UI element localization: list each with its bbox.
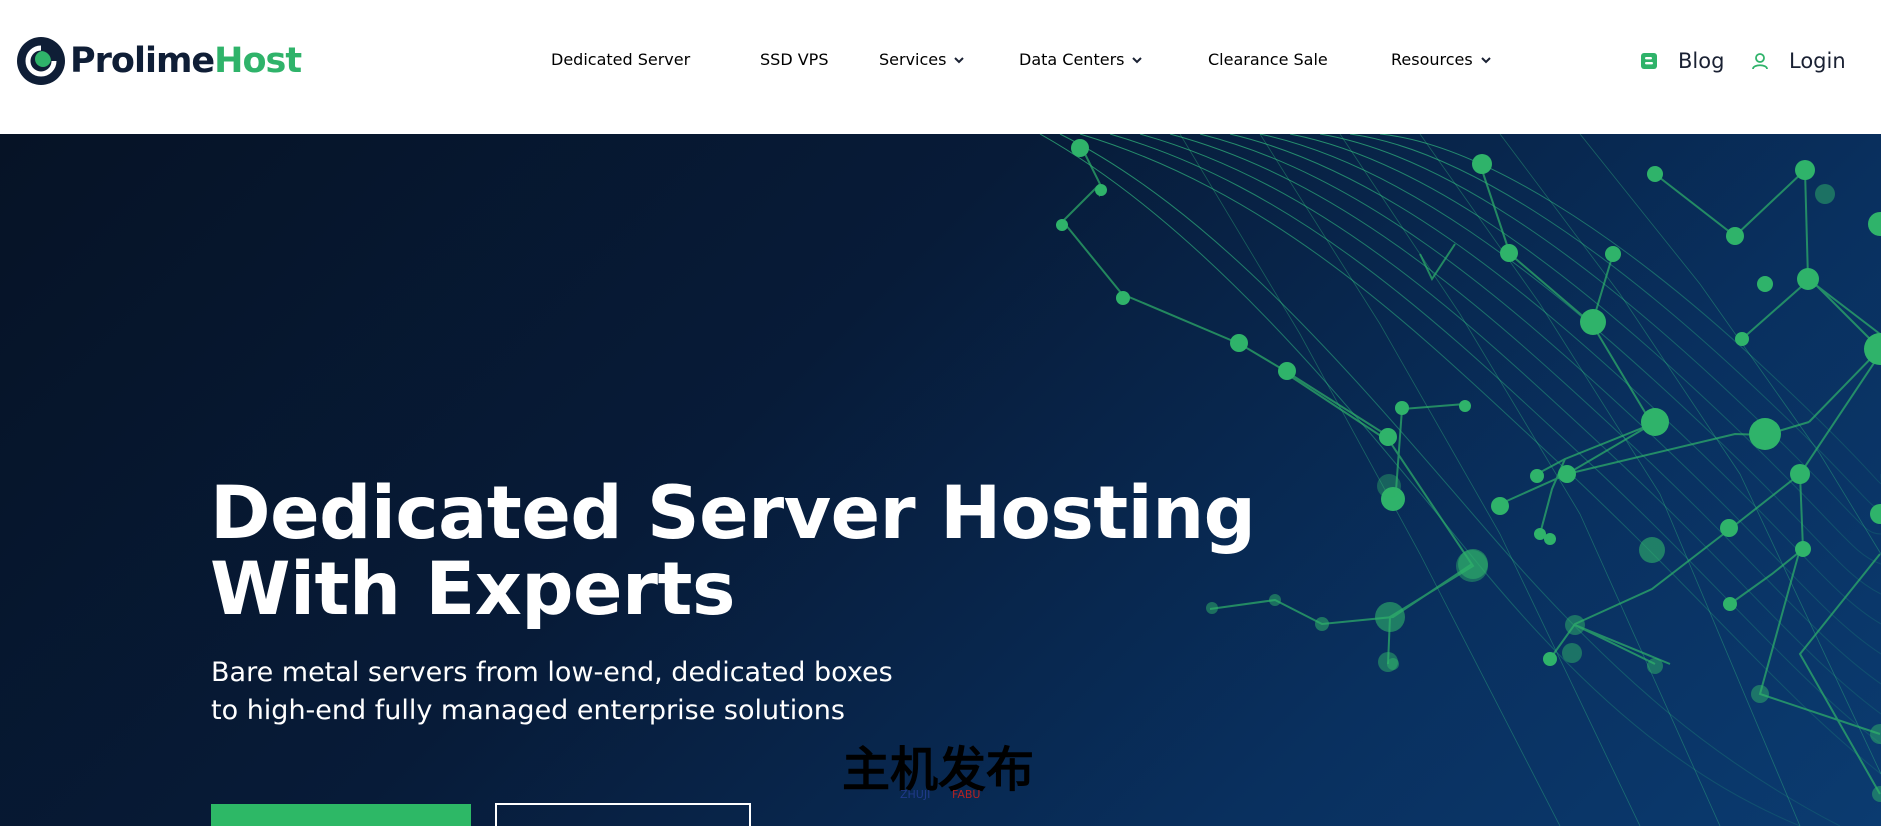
nav-label: SSD VPS xyxy=(760,50,829,69)
watermark-logo: 主机发布 ZHUJI FABU xyxy=(842,742,1034,801)
secondary-cta-button[interactable] xyxy=(495,803,751,826)
nav-services[interactable]: Services xyxy=(879,46,966,74)
watermark-latin-1: ZHUJI xyxy=(900,788,930,801)
hero-title-line1: Dedicated Server Hosting xyxy=(210,471,1256,556)
nav-data-centers[interactable]: Data Centers xyxy=(1019,46,1144,74)
login-link[interactable]: Login xyxy=(1751,46,1846,76)
watermark-latin-2: FABU xyxy=(952,788,980,801)
nav-resources[interactable]: Resources xyxy=(1391,46,1493,74)
logo-mark-icon xyxy=(17,37,65,85)
hero-title: Dedicated Server Hosting With Experts xyxy=(210,471,1256,632)
nav-label: Services xyxy=(879,50,947,69)
hero-subtitle-line2: to high-end fully managed enterprise sol… xyxy=(211,695,845,726)
user-icon xyxy=(1752,53,1768,70)
chevron-down-icon xyxy=(954,57,965,64)
brand-name-part2: Host xyxy=(214,41,302,81)
nav-label: Resources xyxy=(1391,50,1473,69)
login-label: Login xyxy=(1789,49,1846,73)
nav-label: Data Centers xyxy=(1019,50,1125,69)
primary-cta-button[interactable] xyxy=(211,804,471,826)
site-header: ProlimeHost Dedicated Server SSD VPS Ser… xyxy=(0,0,1881,134)
watermark-chinese: 主机发布 xyxy=(842,742,1034,798)
nav-label: Dedicated Server xyxy=(551,50,691,69)
page: ProlimeHost Dedicated Server SSD VPS Ser… xyxy=(0,0,1881,826)
brand-name-part1: Prolime xyxy=(70,41,215,81)
blogger-icon xyxy=(1641,53,1657,69)
brand-logo[interactable]: ProlimeHost xyxy=(16,36,302,86)
hero-subtitle-line1: Bare metal servers from low-end, dedicat… xyxy=(211,657,893,688)
brand-name: ProlimeHost xyxy=(70,36,302,86)
nav-clearance-sale[interactable]: Clearance Sale xyxy=(1208,46,1328,74)
hero-subtitle: Bare metal servers from low-end, dedicat… xyxy=(211,654,893,730)
nav-dedicated-server[interactable]: Dedicated Server xyxy=(551,46,690,74)
blog-label: Blog xyxy=(1678,49,1725,73)
hero-section: Dedicated Server Hosting With Experts Ba… xyxy=(0,134,1881,826)
nav-ssd-vps[interactable]: SSD VPS xyxy=(760,46,828,74)
blog-link[interactable]: Blog xyxy=(1640,46,1724,76)
hero-title-line2: With Experts xyxy=(210,547,735,632)
nav-label: Clearance Sale xyxy=(1208,50,1328,69)
chevron-down-icon xyxy=(1132,57,1143,64)
chevron-down-icon xyxy=(1481,57,1491,64)
